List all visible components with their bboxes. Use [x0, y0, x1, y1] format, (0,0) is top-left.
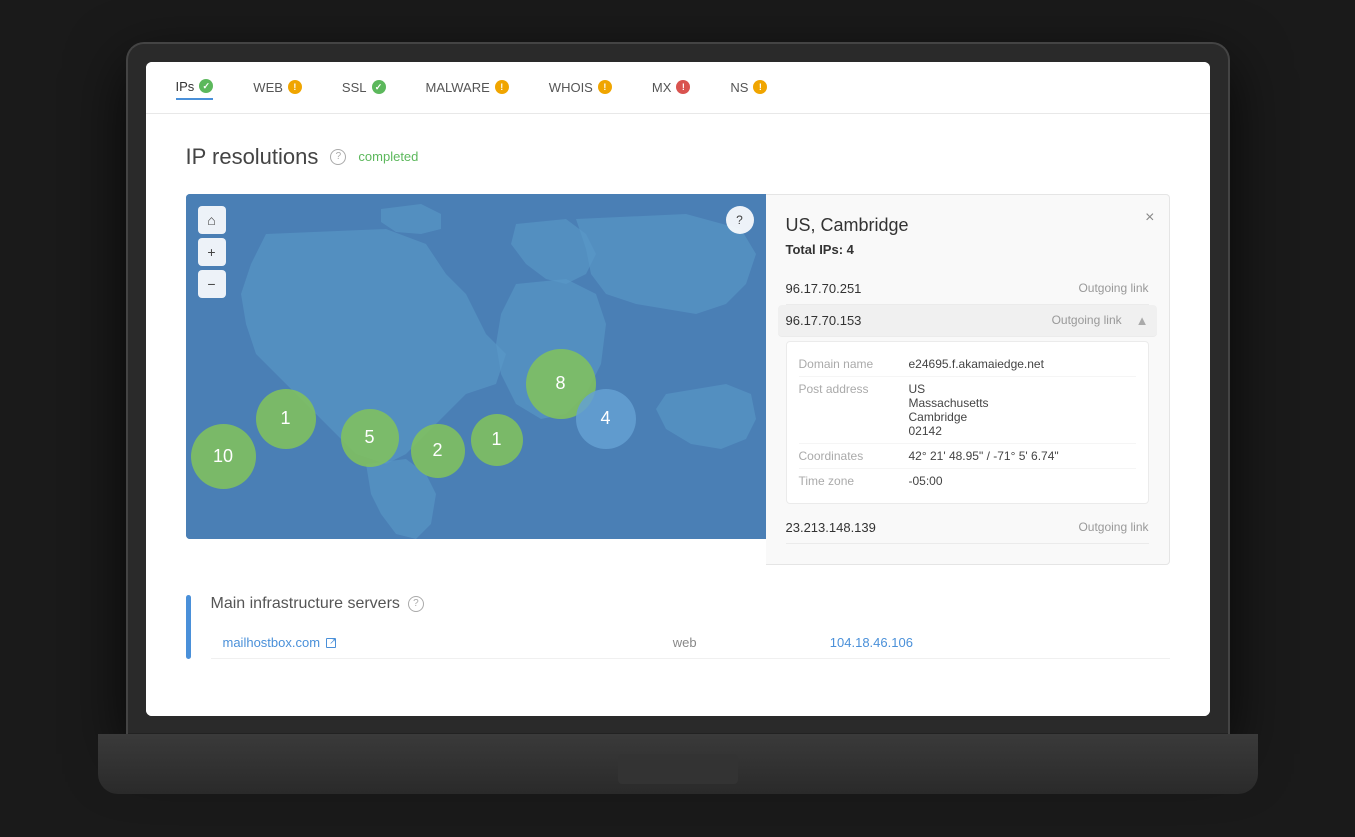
infra-title-text: Main infrastructure servers [211, 595, 400, 613]
nav-item-ns[interactable]: NS! [730, 76, 767, 99]
nav-label-malware: MALWARE [426, 80, 490, 95]
nav-badge-mx: ! [676, 80, 690, 94]
ip-list: 96.17.70.251 Outgoing link 96.17.70.153 Out… [786, 273, 1149, 544]
ip-detail-row: Coordinates42° 21' 48.95" / -71° 5' 6.74… [799, 444, 1136, 469]
infra-section: Main infrastructure servers ? mailhostbo… [186, 595, 1170, 659]
laptop-base [98, 734, 1258, 794]
ip-row-right: Outgoing link [1078, 281, 1148, 295]
nav-label-mx: MX [652, 80, 672, 95]
ip-detail-row: Time zone-05:00 [799, 469, 1136, 493]
ip-detail-value: e24695.f.akamaiedge.net [909, 357, 1044, 371]
map-home-button[interactable]: ⌂ [198, 206, 226, 234]
bubble-3[interactable]: 2 [411, 424, 465, 478]
map-panel-container: 10152184 ⌂ + − ? × US, Cambridge T [186, 194, 1170, 565]
ip-row[interactable]: 96.17.70.153 Outgoing link ▲ [778, 305, 1157, 337]
ip-detail-value: US Massachusetts Cambridge 02142 [909, 382, 989, 438]
infra-help-icon[interactable]: ? [408, 596, 424, 612]
map-area: 10152184 ⌂ + − ? [186, 194, 766, 539]
nav-item-web[interactable]: WEB! [253, 76, 302, 99]
nav-label-whois: WHOIS [549, 80, 593, 95]
bubble-6[interactable]: 4 [576, 389, 636, 449]
ip-detail-label: Time zone [799, 474, 909, 488]
bubble-4[interactable]: 1 [471, 414, 523, 466]
infra-table: mailhostbox.com ↗web104.18.46.106 [211, 627, 1170, 659]
outgoing-link-label: Outgoing link [1078, 520, 1148, 534]
nav-bar: IPs✓WEB!SSL✓MALWARE!WHOIS!MX!NS! [146, 62, 1210, 114]
info-panel: × US, Cambridge Total IPs: 4 96.17.70.25… [766, 194, 1170, 565]
ip-address: 96.17.70.153 [786, 313, 862, 328]
nav-badge-ips: ✓ [199, 79, 213, 93]
ip-detail-row: Post addressUS Massachusetts Cambridge 0… [799, 377, 1136, 444]
nav-item-ssl[interactable]: SSL ✓ [342, 76, 386, 99]
trackpad [618, 754, 738, 784]
status-badge: completed [358, 149, 418, 164]
nav-label-ssl: SSL [342, 80, 367, 95]
world-map [186, 194, 766, 539]
outgoing-link-label: Outgoing link [1052, 313, 1122, 327]
info-panel-close-button[interactable]: × [1145, 209, 1154, 227]
info-panel-title: US, Cambridge [786, 215, 1149, 236]
nav-badge-web: ! [288, 80, 302, 94]
ip-address: 96.17.70.251 [786, 281, 862, 296]
nav-label-ns: NS [730, 80, 748, 95]
map-zoom-out-button[interactable]: − [198, 270, 226, 298]
nav-badge-ns: ! [753, 80, 767, 94]
nav-badge-ssl: ✓ [372, 80, 386, 94]
map-controls: ⌂ + − [198, 206, 226, 298]
map-help-button[interactable]: ? [726, 206, 754, 234]
section-title: IP resolutions [186, 144, 319, 170]
outgoing-link-label: Outgoing link [1078, 281, 1148, 295]
ip-row[interactable]: 23.213.148.139 Outgoing link [786, 512, 1149, 544]
infra-table-row: mailhostbox.com ↗web104.18.46.106 [211, 627, 1170, 659]
nav-label-web: WEB [253, 80, 283, 95]
nav-item-mx[interactable]: MX! [652, 76, 691, 99]
ip-detail-value: 42° 21' 48.95" / -71° 5' 6.74" [909, 449, 1059, 463]
infra-domain[interactable]: mailhostbox.com ↗ [211, 627, 661, 659]
nav-item-whois[interactable]: WHOIS! [549, 76, 612, 99]
infra-type: web [661, 627, 818, 659]
map-zoom-in-button[interactable]: + [198, 238, 226, 266]
nav-item-malware[interactable]: MALWARE! [426, 76, 509, 99]
infra-ip[interactable]: 104.18.46.106 [818, 627, 1170, 659]
ip-detail-label: Coordinates [799, 449, 909, 463]
section-help-icon[interactable]: ? [330, 149, 346, 165]
ip-address: 23.213.148.139 [786, 520, 876, 535]
infra-content: Main infrastructure servers ? mailhostbo… [211, 595, 1170, 659]
ip-detail-value: -05:00 [909, 474, 943, 488]
main-content: IP resolutions ? completed [146, 114, 1210, 716]
bubble-2[interactable]: 5 [341, 409, 399, 467]
ip-row-right: Outgoing link [1078, 520, 1148, 534]
nav-badge-whois: ! [598, 80, 612, 94]
nav-item-ips[interactable]: IPs ✓ [176, 75, 214, 100]
expand-icon[interactable]: ▲ [1136, 313, 1149, 328]
bubble-0[interactable]: 10 [191, 424, 256, 489]
section-header: IP resolutions ? completed [186, 144, 1170, 170]
ip-row[interactable]: 96.17.70.251 Outgoing link [786, 273, 1149, 305]
blue-accent-bar [186, 595, 191, 659]
nav-badge-malware: ! [495, 80, 509, 94]
info-panel-total-ips: Total IPs: 4 [786, 242, 1149, 257]
ip-detail-row: Domain namee24695.f.akamaiedge.net [799, 352, 1136, 377]
bubble-1[interactable]: 1 [256, 389, 316, 449]
infra-title: Main infrastructure servers ? [211, 595, 1170, 613]
ip-detail-label: Domain name [799, 357, 909, 371]
ip-detail-label: Post address [799, 382, 909, 438]
ip-row-right: Outgoing link ▲ [1052, 313, 1149, 328]
nav-label-ips: IPs [176, 79, 195, 94]
ip-details-box: Domain namee24695.f.akamaiedge.netPost a… [786, 341, 1149, 504]
